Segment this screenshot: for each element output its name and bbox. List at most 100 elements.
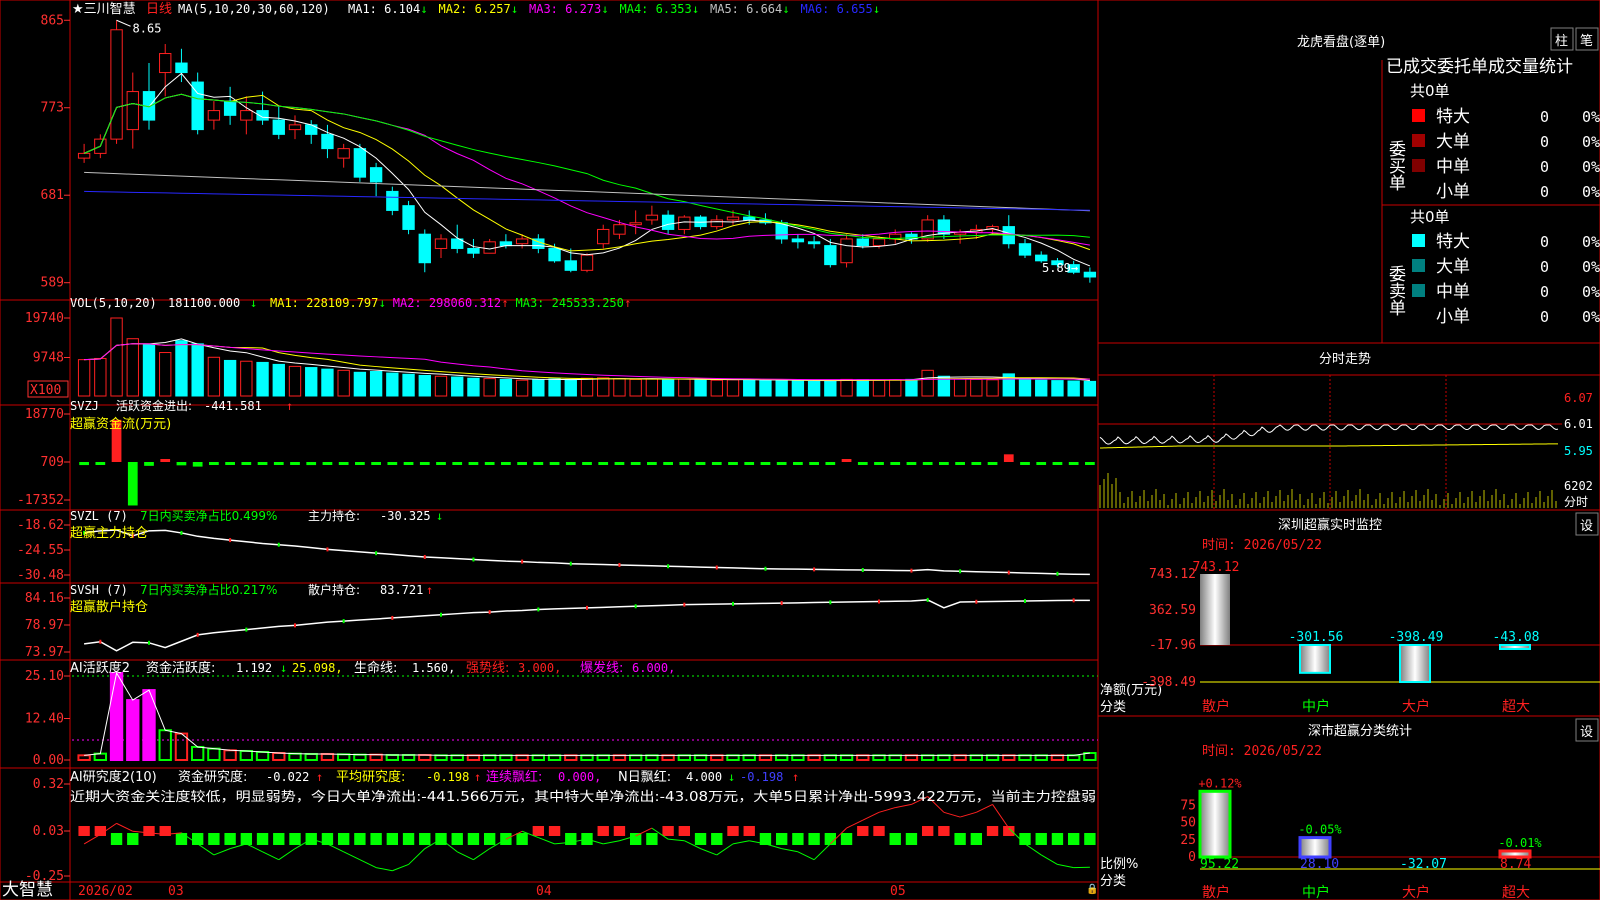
vol-ma-value: MA1: 228109.797 [270,296,378,310]
order-label: 大单 [1436,257,1470,277]
res-arrow: ↑ [316,770,323,784]
research-bar [711,833,723,845]
candle [678,216,691,230]
candle [824,245,837,266]
vol-ma-value: MA2: 298060.312 [393,296,501,310]
activity-bar [710,754,724,762]
research-bar [873,826,885,836]
fund-flow-bar [744,462,755,465]
low-price-label: 5.89→ [1042,261,1078,275]
retail-holding-mark [440,612,442,617]
activity-bar [1002,754,1016,762]
fund-flow-bar [1052,462,1063,465]
volume-bar [710,379,723,397]
svzj-panel[interactable]: 18770 709 -17352 [17,407,1095,508]
retail-holding-mark [975,599,978,604]
high-price-pointer [116,19,131,27]
fund-flow-bar [1003,454,1014,462]
monitor-cat-label: 分类 [1100,700,1126,715]
candlestick-panel[interactable]: 865 773 681 589 8.65 5.89→ [41,13,1097,291]
monitor-value: 743.12 [1193,560,1240,575]
research-line [603,840,620,845]
activity-bar [272,751,286,762]
retail-holding-mark [148,640,150,645]
research-bar [954,833,966,845]
volume-bar [451,376,464,397]
res-value: -0.022 [266,770,309,784]
high-price-label: 8.65 [133,21,162,35]
order-swatch [1412,134,1425,147]
period-label[interactable]: 日线 [146,2,172,17]
volume-bar [369,371,383,397]
fund-flow-bar [419,462,430,465]
research-line [1040,854,1058,865]
classify-settings-label[interactable]: 设 [1580,725,1593,740]
monitor-category: 中户 [1302,698,1330,715]
research-line [878,807,896,813]
research-bar [305,833,317,845]
volume-bar [1035,379,1048,397]
activity-bar [418,753,432,761]
res-name: AI研究度2(10) [70,769,157,785]
volume-panel[interactable]: 19740 9748 X100 [25,311,1097,398]
volume-bar [337,369,350,397]
volume-bar [856,379,869,397]
monitor-category: 超大 [1502,699,1530,715]
candle [661,214,675,230]
candle [110,29,123,140]
intraday-vol-label: 6202 [1564,479,1593,493]
volume-bar [191,343,204,397]
buy-total: 共0单 [1410,82,1450,100]
research-line [262,851,279,861]
col-button-label[interactable]: 柱 [1555,34,1568,49]
classify-category: 散户 [1202,884,1230,900]
tick-button-label[interactable]: 笔 [1580,33,1593,49]
research-line [959,811,977,818]
svzj-name: SVZJ [70,399,99,413]
research-bar [127,833,139,845]
vol-tick: 19740 [25,311,64,326]
vol-ma-arrow: ↑ [502,296,509,310]
candle [564,260,577,271]
research-line [781,848,798,853]
right-panels[interactable] [1098,375,1562,510]
research-bar [419,833,431,845]
volume-bar [353,371,367,397]
lock-icon[interactable]: 🔒 [1086,883,1098,895]
candle [499,241,513,247]
act-life-label: 生命线: [354,660,397,676]
volume-bar [580,377,594,397]
fund-flow-bar [355,462,365,465]
monitor-value: -43.08 [1493,630,1540,645]
intraday-avg-line [1099,443,1559,449]
activity-bar [482,754,497,762]
main-holding-mark [569,561,572,566]
fund-flow-bar [176,462,187,466]
volume-bar [159,352,172,397]
main-holding-mark [180,530,183,535]
activity-bar [742,754,756,762]
candle [1035,254,1048,262]
research-bar [143,826,155,836]
svzj-subtitle: 超赢资金流(万元) [70,416,171,432]
fund-flow-bar [1085,462,1095,465]
stock-chart-canvas[interactable]: 865 773 681 589 8.65 5.89→ 19740 9748 X100 1877… [0,0,1600,900]
fund-flow-bar [209,462,219,465]
monitor-settings-label[interactable]: 设 [1580,519,1593,534]
svzl-panel[interactable]: -18.62 -24.55 -30.48 [17,518,1090,583]
research-bar [1067,833,1080,845]
volume-bar [629,378,642,397]
fund-flow-bar [160,459,171,462]
svsh-panel[interactable]: 84.16 78.97 73.97 [25,591,1090,660]
price-tick: 865 [41,13,64,28]
activity-bar [207,747,221,762]
research-bar [273,833,285,845]
activity-tick: 12.40 [25,712,64,727]
research-bar [938,826,950,836]
vol-ma-arrow: ↑ [624,296,631,310]
research-line [538,837,555,845]
stock-name: ★三川智慧 [72,1,136,17]
main-holding-mark [813,567,816,572]
ai-activity-panel[interactable]: 25.10 12.40 0.00 [25,669,1098,768]
fund-flow-bar [647,462,657,465]
